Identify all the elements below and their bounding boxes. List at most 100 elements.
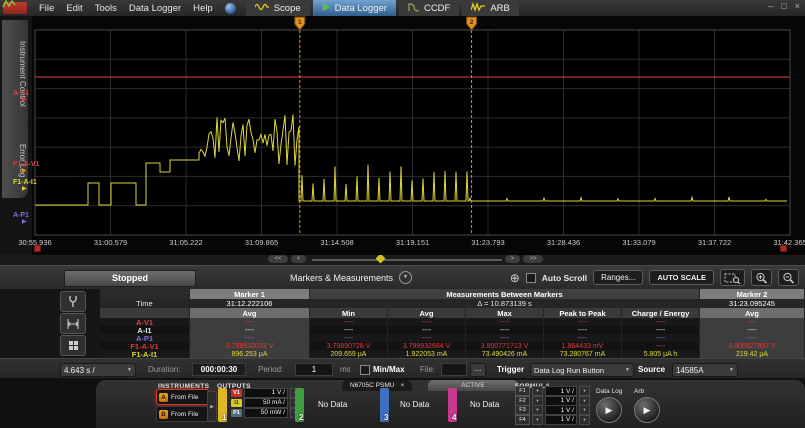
trace-pointer-f1-a-i1: F1-A-I1▶ — [13, 179, 37, 193]
tools-button[interactable] — [60, 291, 86, 312]
trigger-select[interactable]: Data Log Run Button▼ — [530, 363, 634, 377]
formula-f2-chip[interactable]: F2 — [515, 396, 530, 406]
measurements-table: Marker 1Measurements Between MarkersMark… — [100, 289, 805, 358]
instrument-b-icon: B — [159, 410, 168, 419]
output-i1-scale-select[interactable]: 50 mA / — [244, 398, 288, 408]
x-tick-label: 31:23.793 — [471, 238, 504, 247]
app-window: FileEditToolsData LoggerHelp ScopeData L… — [0, 0, 805, 428]
output-row-i1: I150 mA /▼ — [231, 398, 301, 407]
run-button-arb[interactable]: ▶ — [634, 397, 660, 423]
run-button-data-log[interactable]: ▶ — [596, 397, 622, 423]
formula-f3-chip[interactable]: F3 — [515, 405, 530, 415]
crosshair-icon[interactable]: ⊕ — [510, 271, 520, 285]
chevron-down-icon[interactable]: ▼ — [579, 396, 590, 406]
autoscale-button[interactable]: AUTO SCALE — [649, 270, 714, 285]
menu-item-data-logger[interactable]: Data Logger — [123, 2, 187, 15]
browse-button[interactable]: ... — [470, 363, 486, 377]
output-v1-scale-select[interactable]: 1 V / — [244, 388, 288, 398]
menu-item-help[interactable]: Help — [187, 2, 219, 15]
chevron-down-icon[interactable]: ▼ — [579, 405, 590, 415]
formula-f4-scale-select[interactable]: 1 V / — [545, 415, 577, 425]
auto-scroll-checkbox[interactable] — [526, 273, 536, 283]
file-input[interactable] — [441, 363, 467, 376]
col-header: Peak to Peak — [544, 308, 622, 318]
trace-label: F1-A-I1 — [13, 179, 37, 186]
instruments-expander[interactable]: ▶ — [207, 391, 217, 422]
row-value: ---- — [544, 326, 622, 334]
menu-item-tools[interactable]: Tools — [89, 2, 123, 15]
duration-field[interactable]: 000:00:30 — [192, 363, 246, 376]
chevron-down-icon[interactable]: ▼ — [532, 396, 543, 406]
close-button[interactable]: × — [795, 1, 800, 11]
row-label: A-I1 — [100, 326, 190, 334]
close-icon[interactable]: × — [400, 382, 404, 389]
output-p1-scale-select[interactable]: 50 mW / — [244, 408, 288, 418]
row-value: ---- — [544, 334, 622, 342]
instrument-b[interactable]: BFrom File — [156, 406, 209, 422]
menu-bar: FileEditToolsData LoggerHelp ScopeData L… — [0, 0, 805, 16]
grid-view-button[interactable] — [60, 335, 86, 356]
chevron-down-icon: ▼ — [127, 367, 132, 373]
chevron-down-icon[interactable]: ▼ — [399, 271, 412, 284]
source-select[interactable]: 14585A▼ — [672, 363, 738, 377]
chart-plot[interactable]: 12 30:55.93631:00.57931:05.22231:09.8653… — [32, 16, 805, 255]
formula-f4-chip[interactable]: F4 — [515, 415, 530, 425]
output-row-p1: P150 mW /▼ — [231, 408, 301, 417]
instrument-a[interactable]: AFrom File — [156, 389, 209, 405]
output-row-v1: V11 V /▼ — [231, 388, 301, 397]
chevron-down-icon[interactable]: ▼ — [532, 415, 543, 425]
side-tab-instrument-control[interactable]: Instrument Control — [2, 20, 28, 128]
markers-button[interactable] — [60, 313, 86, 334]
ccdf-icon — [408, 2, 420, 15]
menu-item-file[interactable]: File — [33, 2, 60, 15]
device-tab[interactable]: N6705C PSMU × — [342, 380, 412, 391]
zoom-region-button[interactable] — [720, 269, 745, 286]
chevron-down-icon[interactable]: ▼ — [532, 405, 543, 415]
source-value: 14585A — [676, 366, 704, 375]
svg-text:2: 2 — [470, 19, 474, 26]
timescale-select[interactable]: 4.643 s /▼ — [60, 363, 136, 377]
formula-f3-scale-select[interactable]: 1 V / — [545, 405, 577, 415]
tab-data-logger[interactable]: Data Logger — [313, 0, 396, 16]
zoom-in-button[interactable] — [751, 269, 772, 286]
marker-handle-2[interactable]: 2 — [467, 17, 477, 30]
svg-text:1: 1 — [298, 19, 302, 26]
formula-f1-chip[interactable]: F1 — [515, 386, 530, 396]
x-tick-label: 31:14.508 — [320, 238, 353, 247]
zoom-out-button[interactable] — [778, 269, 799, 286]
row-value: ---- — [310, 334, 388, 342]
ranges-button[interactable]: Ranges... — [593, 270, 643, 285]
row-value: ---- — [700, 326, 805, 334]
active-tab[interactable]: ACTIVE — [428, 380, 518, 391]
view-selector[interactable]: Markers & Measurements ▼ — [290, 271, 412, 284]
row-value: ---- — [466, 334, 544, 342]
formula-f2-scale-select[interactable]: 1 V / — [545, 396, 577, 406]
formula-f1-scale-select[interactable]: 1 V / — [545, 386, 577, 396]
tab-ccdf[interactable]: CCDF — [399, 0, 459, 16]
channel-2-nodata: No Data — [318, 400, 347, 409]
menu-item-edit[interactable]: Edit — [60, 2, 88, 15]
row-value: ---- — [622, 342, 700, 350]
row-value: ---- — [466, 326, 544, 334]
x-tick-label: 31:28.436 — [547, 238, 580, 247]
zoom-out-icon — [782, 272, 795, 284]
channel-1-number: 1 — [222, 413, 226, 422]
chevron-down-icon[interactable]: ▼ — [579, 415, 590, 425]
marker-handle-1[interactable]: 1 — [295, 17, 305, 30]
chevron-down-icon[interactable]: ▼ — [532, 386, 543, 396]
marker1-time: 31:12.222106 — [190, 299, 310, 308]
minimize-button[interactable]: – — [768, 1, 773, 11]
period-input[interactable] — [295, 363, 333, 376]
run-label-arb: Arb — [634, 388, 644, 395]
row-value: 1.864433 mV — [544, 342, 622, 350]
tab-scope[interactable]: Scope — [246, 0, 310, 16]
minmax-checkbox[interactable] — [360, 365, 370, 375]
tab-label: CCDF — [424, 3, 450, 14]
channel-4-number: 4 — [452, 413, 456, 422]
scroll-track[interactable] — [312, 259, 502, 261]
col-header — [100, 308, 190, 318]
tab-label: Data Logger — [335, 3, 387, 14]
tab-arb[interactable]: ARB — [462, 0, 519, 16]
chevron-down-icon[interactable]: ▼ — [579, 386, 590, 396]
restore-button[interactable]: □ — [781, 1, 786, 11]
